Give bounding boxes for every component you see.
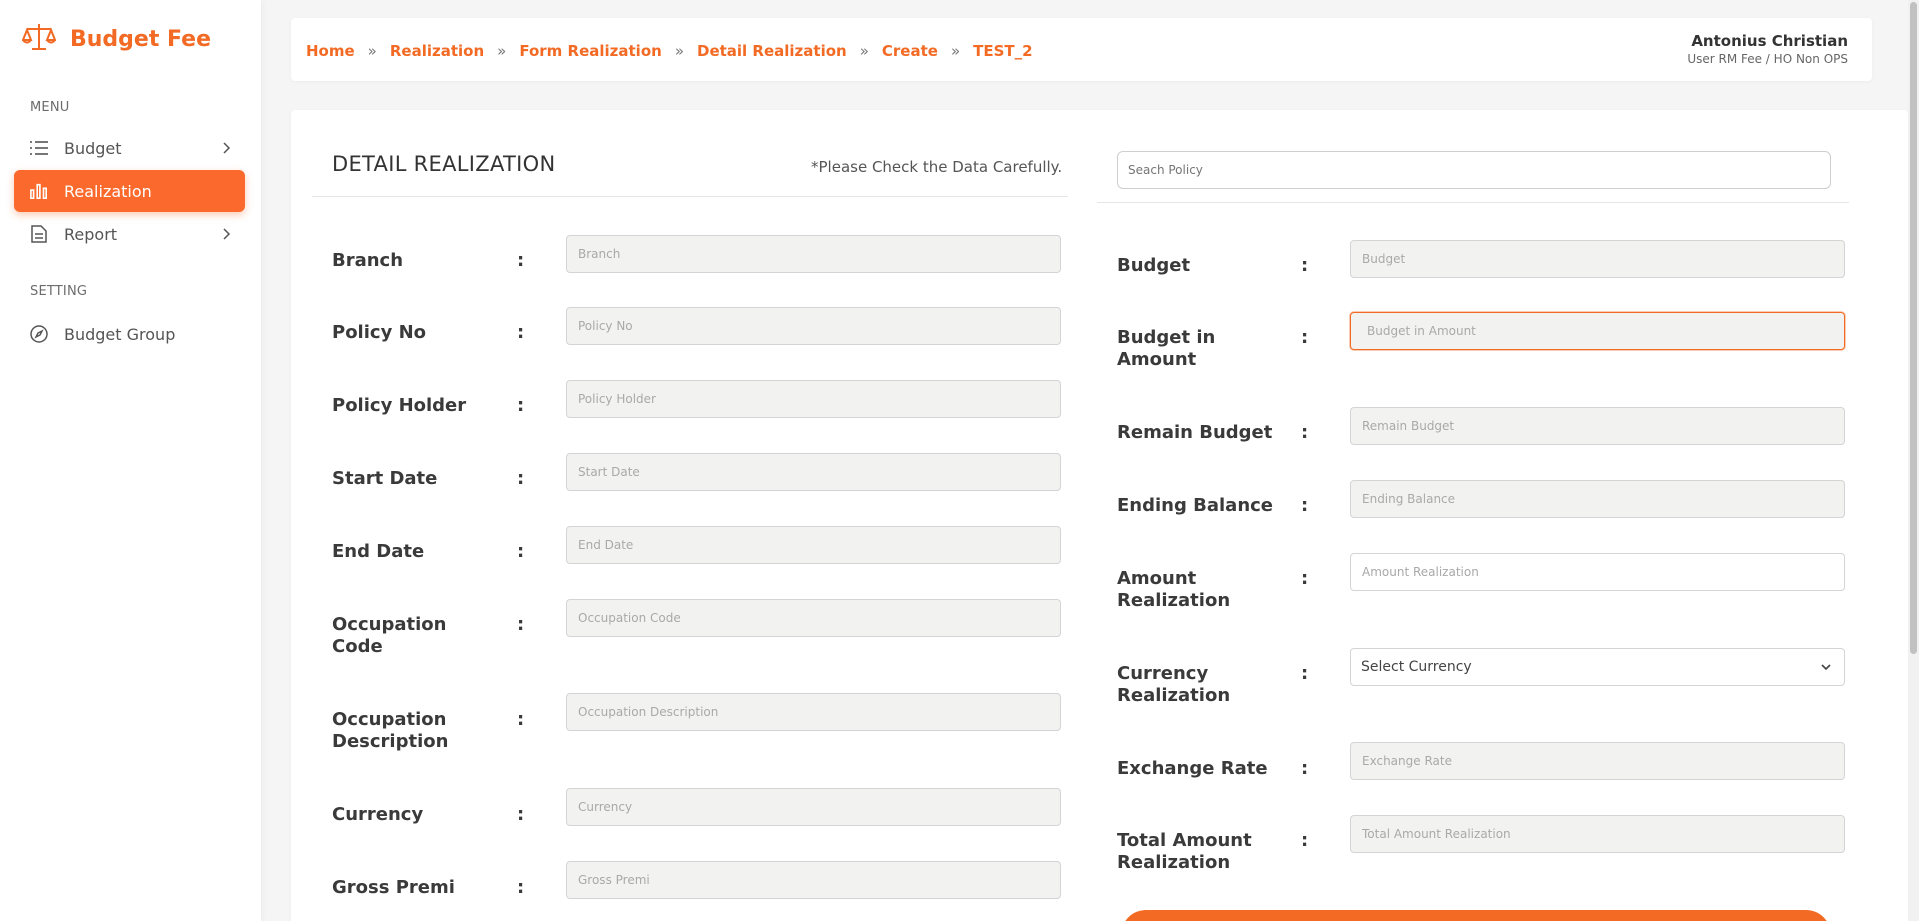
- colon: :: [517, 804, 525, 825]
- field-label-currency: Currency: [332, 804, 424, 825]
- breadcrumb-realization[interactable]: Realization: [390, 42, 484, 60]
- policy-no-field[interactable]: Policy No: [566, 307, 1061, 345]
- ending-balance-field[interactable]: Ending Balance: [1350, 480, 1845, 518]
- sidebar-item-label: Budget: [64, 138, 122, 158]
- menu-section-label: MENU: [30, 100, 70, 115]
- amount-realization-input[interactable]: Amount Realization: [1350, 553, 1845, 591]
- check-data-note: *Please Check the Data Carefully.: [811, 158, 1063, 176]
- colon: :: [517, 877, 525, 898]
- colon: :: [517, 541, 525, 562]
- field-label-budget-in-amount: Budget in Amount: [1117, 327, 1216, 370]
- field-label-end-date: End Date: [332, 541, 425, 562]
- colon: :: [1301, 663, 1309, 684]
- breadcrumb-form-realization[interactable]: Form Realization: [519, 42, 661, 60]
- occupation-code-field[interactable]: Occupation Code: [566, 599, 1061, 637]
- breadcrumb: Home » Realization » Form Realization » …: [306, 42, 1033, 60]
- breadcrumb-detail-realization[interactable]: Detail Realization: [697, 42, 847, 60]
- colon: :: [517, 395, 525, 416]
- setting-section-label: SETTING: [30, 284, 88, 299]
- sidebar-item-report[interactable]: Report: [14, 213, 245, 255]
- breadcrumb-home[interactable]: Home: [306, 42, 355, 60]
- divider: [1097, 202, 1849, 203]
- field-label-currency-realization: Currency Realization: [1117, 663, 1231, 706]
- colon: :: [517, 468, 525, 489]
- policy-holder-field[interactable]: Policy Holder: [566, 380, 1061, 418]
- colon: :: [517, 250, 525, 271]
- gross-premi-field[interactable]: Gross Premi: [566, 861, 1061, 899]
- total-amount-realization-field[interactable]: Total Amount Realization: [1350, 815, 1845, 853]
- breadcrumb-separator: »: [859, 42, 869, 60]
- branch-field[interactable]: Branch: [566, 235, 1061, 273]
- page-title: DETAIL REALIZATION: [332, 152, 556, 176]
- occupation-description-field[interactable]: Occupation Description: [566, 693, 1061, 731]
- field-label-start-date: Start Date: [332, 468, 438, 489]
- colon: :: [1301, 255, 1309, 276]
- scale-icon: [21, 22, 57, 56]
- breadcrumb-create[interactable]: Create: [882, 42, 938, 60]
- breadcrumb-separator: »: [497, 42, 507, 60]
- sidebar-item-budget-group[interactable]: Budget Group: [14, 313, 245, 355]
- chevron-down-icon: [1820, 661, 1832, 673]
- field-label-policy-holder: Policy Holder: [332, 395, 467, 416]
- chevron-right-icon: [219, 140, 233, 154]
- submit-button[interactable]: [1121, 910, 1831, 921]
- end-date-field[interactable]: End Date: [566, 526, 1061, 564]
- sidebar-item-budget[interactable]: Budget: [14, 127, 245, 169]
- colon: :: [1301, 830, 1309, 851]
- sidebar-item-label: Report: [64, 224, 118, 244]
- divider: [312, 196, 1068, 197]
- sidebar-item-label: Budget Group: [64, 324, 176, 344]
- top-header: Home » Realization » Form Realization » …: [291, 18, 1872, 81]
- currency-select[interactable]: Select Currency: [1350, 648, 1845, 686]
- field-label-exchange-rate: Exchange Rate: [1117, 758, 1268, 779]
- user-name: Antonius Christian: [1691, 32, 1848, 50]
- field-label-occupation-description: Occupation Description: [332, 709, 449, 752]
- start-date-field[interactable]: Start Date: [566, 453, 1061, 491]
- colon: :: [1301, 327, 1309, 348]
- colon: :: [517, 322, 525, 343]
- scrollbar-thumb[interactable]: [1910, 2, 1917, 654]
- currency-select-value: Select Currency: [1361, 659, 1472, 675]
- field-label-total-amount-realization: Total Amount Realization: [1117, 830, 1252, 873]
- breadcrumb-separator: »: [950, 42, 961, 60]
- document-icon: [30, 225, 48, 243]
- remain-budget-field[interactable]: Remain Budget: [1350, 407, 1845, 445]
- user-role: User RM Fee / HO Non OPS: [1687, 52, 1848, 66]
- detail-realization-card: DETAIL REALIZATION *Please Check the Dat…: [291, 110, 1908, 921]
- field-label-remain-budget: Remain Budget: [1117, 422, 1273, 443]
- colon: :: [1301, 495, 1309, 516]
- breadcrumb-separator: »: [367, 42, 377, 60]
- budget-field[interactable]: Budget: [1350, 240, 1845, 278]
- field-label-ending-balance: Ending Balance: [1117, 495, 1274, 516]
- colon: :: [517, 614, 525, 635]
- colon: :: [1301, 422, 1309, 443]
- sidebar-item-label: Realization: [64, 181, 152, 201]
- breadcrumb-separator: »: [674, 42, 684, 60]
- exchange-rate-field[interactable]: Exchange Rate: [1350, 742, 1845, 780]
- brand-name: Budget Fee: [70, 26, 212, 52]
- field-label-occupation-code: Occupation Code: [332, 614, 447, 657]
- search-policy-input[interactable]: [1117, 151, 1831, 189]
- field-label-gross-premi: Gross Premi: [332, 877, 455, 898]
- field-label-amount-realization: Amount Realization: [1117, 568, 1231, 611]
- user-info[interactable]: Antonius Christian User RM Fee / HO Non …: [1687, 32, 1848, 66]
- sidebar-item-realization[interactable]: Realization: [14, 170, 245, 212]
- chevron-right-icon: [219, 226, 233, 240]
- page-scrollbar[interactable]: [1908, 0, 1919, 921]
- colon: :: [1301, 568, 1309, 589]
- budget-in-amount-field[interactable]: Budget in Amount: [1350, 312, 1845, 350]
- field-label-budget: Budget: [1117, 255, 1191, 276]
- currency-field[interactable]: Currency: [566, 788, 1061, 826]
- colon: :: [1301, 758, 1309, 779]
- bar-chart-icon: [30, 182, 48, 200]
- brand[interactable]: Budget Fee: [21, 22, 212, 56]
- list-icon: [30, 139, 48, 157]
- field-label-policy-no: Policy No: [332, 322, 426, 343]
- breadcrumb-current[interactable]: TEST_2: [973, 42, 1032, 60]
- field-label-branch: Branch: [332, 250, 404, 271]
- compass-icon: [30, 325, 48, 343]
- sidebar: Budget Fee MENU Budget Realization Repor…: [0, 0, 261, 921]
- colon: :: [517, 709, 525, 730]
